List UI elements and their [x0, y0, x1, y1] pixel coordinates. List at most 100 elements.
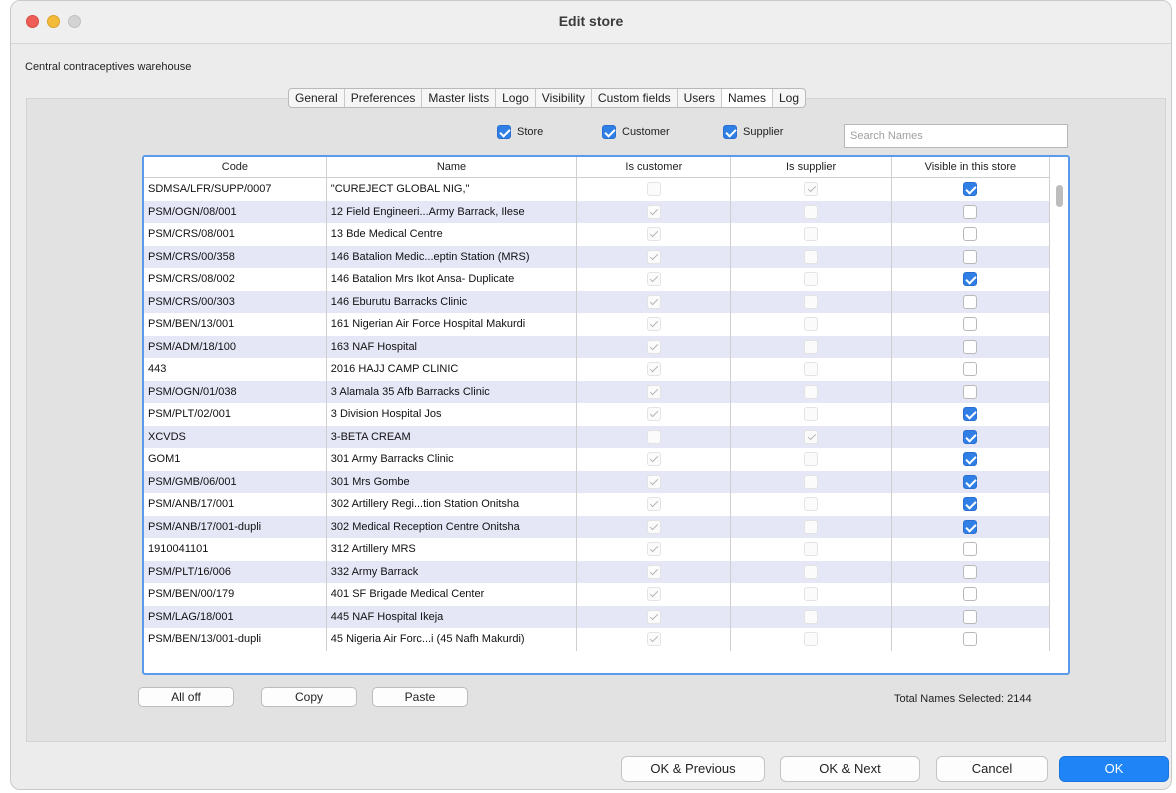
table-row[interactable]: PSM/LAG/18/001 445 NAF Hospital Ikeja	[144, 605, 1051, 628]
cell-visible-in-store	[891, 335, 1051, 358]
title-bar: Edit store	[11, 1, 1171, 44]
table-row[interactable]: PSM/CRS/08/002 146 Batalion Mrs Ikot Ansa…	[144, 268, 1051, 291]
visible-in-store-checkbox[interactable]	[963, 497, 978, 512]
column-header-is-customer[interactable]: Is customer	[576, 157, 732, 178]
is-customer-checkbox	[646, 564, 661, 579]
visible-in-store-checkbox[interactable]	[963, 542, 978, 557]
visible-in-store-checkbox[interactable]	[963, 587, 978, 602]
cell-is-supplier	[730, 200, 892, 223]
table-row[interactable]: PSM/GMB/06/001 301 Mrs Gombe	[144, 470, 1051, 493]
visible-in-store-checkbox[interactable]	[963, 407, 978, 422]
filter-customer[interactable]: Customer	[602, 125, 670, 139]
table-row[interactable]: PSM/ADM/18/100 163 NAF Hospital	[144, 335, 1051, 358]
table-row[interactable]: PSM/CRS/00/358 146 Batalion Medic...eptin…	[144, 245, 1051, 268]
tab-master-lists[interactable]: Master lists	[422, 89, 497, 107]
visible-in-store-checkbox[interactable]	[963, 429, 978, 444]
filter-supplier-checkbox[interactable]	[723, 125, 737, 139]
cell-is-supplier	[730, 493, 892, 516]
cell-code: 443	[144, 358, 327, 381]
visible-in-store-checkbox[interactable]	[963, 339, 978, 354]
table-row[interactable]: PSM/OGN/08/001 12 Field Engineeri...Army …	[144, 200, 1051, 223]
table-row[interactable]: SDMSA/LFR/SUPP/0007 "CUREJECT GLOBAL NIG,…	[144, 177, 1051, 201]
ok-button[interactable]: OK	[1059, 756, 1169, 782]
visible-in-store-checkbox[interactable]	[963, 384, 978, 399]
table-row[interactable]: PSM/CRS/00/303 146 Eburutu Barracks Clini…	[144, 290, 1051, 313]
cell-name: 146 Eburutu Barracks Clinic	[326, 290, 578, 313]
paste-button[interactable]: Paste	[372, 687, 468, 707]
search-names-input[interactable]	[844, 124, 1068, 148]
cell-visible-in-store	[891, 560, 1051, 583]
filter-store[interactable]: Store	[497, 125, 543, 139]
visible-in-store-checkbox[interactable]	[963, 632, 978, 647]
tab-users[interactable]: Users	[678, 89, 722, 107]
tab-general[interactable]: General	[289, 89, 345, 107]
table-row[interactable]: 443 2016 HAJJ CAMP CLINIC	[144, 358, 1051, 381]
cell-is-customer	[576, 335, 732, 358]
visible-in-store-checkbox[interactable]	[963, 204, 978, 219]
cell-is-customer	[576, 493, 732, 516]
ok-previous-button[interactable]: OK & Previous	[621, 756, 765, 782]
visible-in-store-checkbox[interactable]	[963, 294, 978, 309]
table-row[interactable]: PSM/PLT/16/006 332 Army Barrack	[144, 560, 1051, 583]
cancel-button[interactable]: Cancel	[936, 756, 1048, 782]
column-header-name[interactable]: Name	[326, 157, 578, 178]
table-row[interactable]: PSM/PLT/02/001 3 Division Hospital Jos	[144, 403, 1051, 426]
visible-in-store-checkbox[interactable]	[963, 362, 978, 377]
cell-is-supplier	[730, 290, 892, 313]
table-row[interactable]: PSM/BEN/13/001 161 Nigerian Air Force Hos…	[144, 313, 1051, 336]
cell-code: PSM/CRS/08/002	[144, 268, 327, 291]
column-header-visible[interactable]: Visible in this store	[891, 157, 1051, 178]
is-customer-checkbox	[646, 609, 661, 624]
table-scrollbar-thumb[interactable]	[1056, 185, 1063, 207]
tab-custom-fields[interactable]: Custom fields	[592, 89, 678, 107]
visible-in-store-checkbox[interactable]	[963, 249, 978, 264]
ok-next-button[interactable]: OK & Next	[780, 756, 920, 782]
cell-code: PSM/CRS/08/001	[144, 223, 327, 246]
cell-name: 302 Medical Reception Centre Onitsha	[326, 515, 578, 538]
cell-code: PSM/LAG/18/001	[144, 605, 327, 628]
table-row[interactable]: GOM1 301 Army Barracks Clinic	[144, 448, 1051, 471]
cell-code: SDMSA/LFR/SUPP/0007	[144, 177, 327, 201]
filter-customer-checkbox[interactable]	[602, 125, 616, 139]
cell-visible-in-store	[891, 380, 1051, 403]
visible-in-store-checkbox[interactable]	[963, 182, 978, 197]
table-scrollbar[interactable]	[1054, 181, 1065, 671]
visible-in-store-checkbox[interactable]	[963, 519, 978, 534]
visible-in-store-checkbox[interactable]	[963, 452, 978, 467]
is-supplier-checkbox	[804, 497, 819, 512]
filter-supplier[interactable]: Supplier	[723, 125, 783, 139]
is-supplier-checkbox	[804, 272, 819, 287]
tab-visibility[interactable]: Visibility	[536, 89, 592, 107]
cell-name: 13 Bde Medical Centre	[326, 223, 578, 246]
filter-store-checkbox[interactable]	[497, 125, 511, 139]
cell-is-customer	[576, 583, 732, 606]
tab-names[interactable]: Names	[721, 89, 773, 107]
visible-in-store-checkbox[interactable]	[963, 564, 978, 579]
is-customer-checkbox	[646, 474, 661, 489]
cell-is-customer	[576, 470, 732, 493]
visible-in-store-checkbox[interactable]	[963, 474, 978, 489]
table-row[interactable]: PSM/BEN/00/179 401 SF Brigade Medical Cen…	[144, 583, 1051, 606]
tab-log[interactable]: Log	[773, 89, 805, 107]
all-off-button[interactable]: All off	[138, 687, 234, 707]
table-row[interactable]: PSM/ANB/17/001-dupli 302 Medical Receptio…	[144, 515, 1051, 538]
table-row[interactable]: PSM/CRS/08/001 13 Bde Medical Centre	[144, 223, 1051, 246]
visible-in-store-checkbox[interactable]	[963, 272, 978, 287]
visible-in-store-checkbox[interactable]	[963, 609, 978, 624]
table-row[interactable]: XCVDS 3-BETA CREAM	[144, 425, 1051, 448]
cell-name: 12 Field Engineeri...Army Barrack, Ilese	[326, 200, 578, 223]
visible-in-store-checkbox[interactable]	[963, 317, 978, 332]
tab-preferences[interactable]: Preferences	[345, 89, 423, 107]
cell-code: PSM/ADM/18/100	[144, 335, 327, 358]
table-row[interactable]: PSM/OGN/01/038 3 Alamala 35 Afb Barracks …	[144, 380, 1051, 403]
tab-logo[interactable]: Logo	[496, 89, 536, 107]
table-row[interactable]: PSM/ANB/17/001 302 Artillery Regi...tion …	[144, 493, 1051, 516]
table-row[interactable]: 1910041101 312 Artillery MRS	[144, 538, 1051, 561]
is-customer-checkbox	[646, 429, 661, 444]
visible-in-store-checkbox[interactable]	[963, 227, 978, 242]
column-header-is-supplier[interactable]: Is supplier	[730, 157, 892, 178]
copy-button[interactable]: Copy	[261, 687, 357, 707]
column-header-code[interactable]: Code	[144, 157, 327, 178]
table-row[interactable]: PSM/BEN/13/001-dupli 45 Nigeria Air Forc.…	[144, 628, 1051, 651]
total-value: 2144	[1007, 693, 1032, 705]
